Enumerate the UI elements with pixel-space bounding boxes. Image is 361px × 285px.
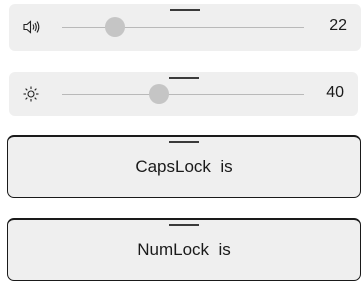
volume-osd: 22	[9, 4, 361, 51]
osd-preview-page: 22 40 CapsLock is NumLock is	[0, 0, 361, 285]
capslock-message: CapsLock is	[135, 157, 233, 176]
sun-brightness-icon	[23, 86, 41, 102]
volume-slider-knob[interactable]	[105, 17, 126, 37]
brightness-slider-track[interactable]	[62, 94, 304, 95]
drag-handle[interactable]	[169, 224, 199, 226]
drag-handle[interactable]	[168, 77, 199, 79]
capslock-osd: CapsLock is	[7, 135, 361, 198]
speaker-volume-icon	[23, 19, 41, 35]
drag-handle[interactable]	[170, 9, 200, 11]
numlock-message: NumLock is	[137, 240, 231, 259]
brightness-value: 40	[326, 84, 344, 101]
numlock-osd: NumLock is	[7, 218, 361, 281]
drag-handle[interactable]	[169, 141, 199, 143]
volume-value: 22	[329, 17, 347, 34]
volume-slider-track[interactable]	[62, 27, 304, 28]
brightness-osd: 40	[9, 72, 358, 116]
brightness-slider-knob[interactable]	[148, 84, 169, 104]
